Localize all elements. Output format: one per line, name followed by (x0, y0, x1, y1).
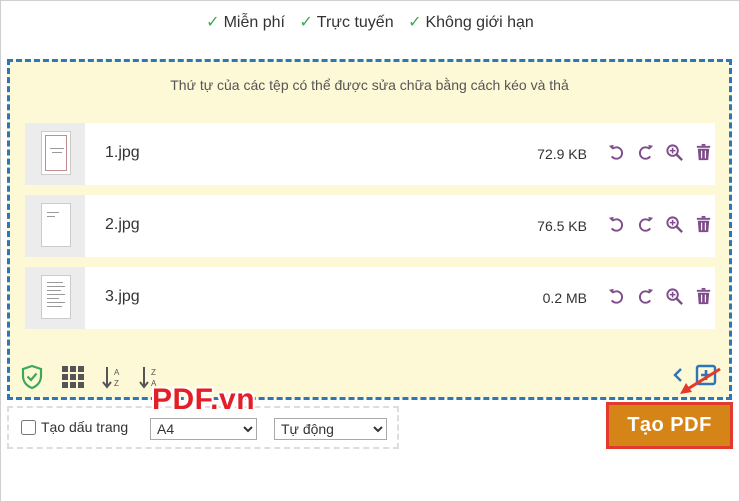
file-name: 3.jpg (105, 288, 140, 305)
rotate-left-icon[interactable] (607, 287, 626, 306)
svg-text:Z: Z (151, 368, 156, 377)
thumbnail-image (41, 275, 71, 319)
trash-icon[interactable] (694, 287, 713, 306)
red-arrow-icon (680, 367, 721, 394)
file-thumbnail (25, 123, 85, 185)
thumbnail-image (41, 203, 71, 247)
file-thumbnail (25, 195, 85, 257)
create-pdf-button[interactable]: Tạo PDF (606, 402, 733, 449)
file-actions (607, 287, 713, 309)
rotate-left-icon[interactable] (607, 215, 626, 234)
file-row[interactable]: 2.jpg 76.5 KB (25, 195, 715, 257)
orientation-select[interactable]: Tự động (274, 418, 387, 440)
file-actions (607, 143, 713, 165)
file-actions (607, 215, 713, 237)
zoom-icon[interactable] (665, 143, 684, 162)
svg-text:A: A (114, 368, 120, 377)
check-icon: ✓ (408, 14, 422, 31)
rotate-right-icon[interactable] (636, 287, 655, 306)
page-size-select[interactable]: A4 (150, 418, 257, 440)
rotate-right-icon[interactable] (636, 143, 655, 162)
zoom-icon[interactable] (665, 287, 684, 306)
file-row[interactable]: 3.jpg 0.2 MB (25, 267, 715, 329)
feature-item: ✓ Trực tuyến (299, 14, 394, 31)
bookmark-label: Tạo dấu trang (41, 419, 129, 435)
file-size: 0.2 MB (542, 290, 587, 306)
file-name: 2.jpg (105, 216, 140, 233)
create-pdf-label: Tạo PDF (627, 414, 712, 436)
feature-item: ✓ Miễn phí (206, 14, 285, 31)
file-dropzone[interactable]: Thứ tự của các tệp có thể được sửa chữa … (7, 59, 732, 400)
file-size: 72.9 KB (537, 146, 587, 162)
zoom-icon[interactable] (665, 215, 684, 234)
sort-az-icon[interactable]: A Z (102, 365, 122, 389)
watermark-logo: PDF.vn (152, 383, 256, 416)
thumbnail-image (41, 131, 71, 175)
bookmark-option[interactable]: Tạo dấu trang (21, 419, 128, 435)
trash-icon[interactable] (694, 215, 713, 234)
file-name: 1.jpg (105, 144, 140, 161)
file-row[interactable]: 1.jpg 72.9 KB (25, 123, 715, 185)
rotate-right-icon[interactable] (636, 215, 655, 234)
trash-icon[interactable] (694, 143, 713, 162)
reorder-hint: Thứ tự của các tệp có thể được sửa chữa … (170, 77, 569, 93)
bookmark-checkbox[interactable] (21, 419, 36, 435)
feature-list: ✓ Miễn phí ✓ Trực tuyến ✓ Không giới hạn (0, 12, 740, 32)
dropzone-toolbar: A Z Z A (20, 364, 159, 390)
file-thumbnail (25, 267, 85, 329)
rotate-left-icon[interactable] (607, 143, 626, 162)
shield-check-icon[interactable] (20, 364, 44, 390)
check-icon: ✓ (206, 14, 220, 31)
check-icon: ✓ (299, 14, 313, 31)
grid-icon[interactable] (61, 365, 85, 389)
feature-item: ✓ Không giới hạn (408, 14, 534, 31)
file-size: 76.5 KB (537, 218, 587, 234)
svg-text:Z: Z (114, 379, 119, 388)
